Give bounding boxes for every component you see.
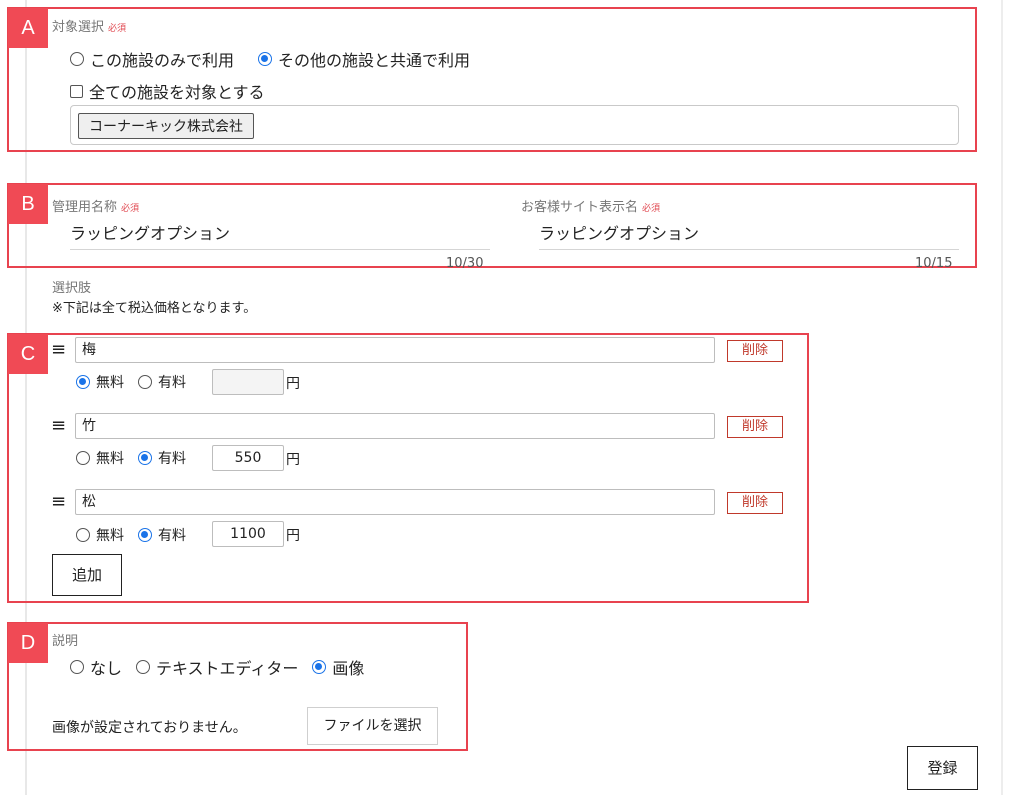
radio-free-label[interactable]: 無料 <box>96 448 124 468</box>
delete-button[interactable]: 削除 <box>727 340 783 362</box>
drag-handle-icon[interactable]: ≡ <box>51 341 66 359</box>
target-select-label: 対象選択 必須 <box>52 16 126 35</box>
no-image-text: 画像が設定されておりません。 <box>52 720 247 736</box>
section-b-tag: B <box>8 184 48 224</box>
section-d-tag: D <box>8 623 48 663</box>
choice-name-input[interactable]: 松 <box>75 489 715 515</box>
required-badge: 必須 <box>121 204 140 214</box>
radio-none-label[interactable]: なし <box>90 655 122 679</box>
radio-image-label[interactable]: 画像 <box>332 655 364 679</box>
mgmt-name-label: 管理用名称 必須 <box>52 196 139 215</box>
yen-label: 円 <box>286 528 300 544</box>
radio-none[interactable] <box>70 660 84 674</box>
radio-free-label[interactable]: 無料 <box>96 525 124 545</box>
site-name-label: お客様サイト表示名 必須 <box>521 196 660 215</box>
tax-note: ※下記は全て税込価格となります。 <box>52 301 257 316</box>
radio-free[interactable] <box>76 528 90 542</box>
add-choice-button[interactable]: 追加 <box>52 554 122 596</box>
site-name-counter: 10/15 <box>915 256 953 271</box>
target-radio-group: この施設のみで利用 その他の施設と共通で利用 <box>70 47 470 71</box>
all-facilities-check-row: 全ての施設を対象とする <box>70 79 265 103</box>
price-input[interactable] <box>212 369 284 395</box>
target-select-title: 対象選択 <box>52 20 105 35</box>
mgmt-name-counter: 10/30 <box>446 256 484 271</box>
all-facilities-checkbox[interactable] <box>70 84 83 98</box>
radio-free-label[interactable]: 無料 <box>96 372 124 392</box>
drag-handle-icon[interactable]: ≡ <box>51 493 66 511</box>
radio-paid-label[interactable]: 有料 <box>158 525 186 545</box>
price-input[interactable]: 1100 <box>212 521 284 547</box>
all-facilities-label[interactable]: 全ての施設を対象とする <box>89 79 265 103</box>
site-name-input[interactable]: ラッピングオプション <box>539 220 959 250</box>
price-input[interactable]: 550 <box>212 445 284 471</box>
yen-label: 円 <box>286 376 300 392</box>
required-badge: 必須 <box>642 204 661 214</box>
site-name-title: お客様サイト表示名 <box>521 200 639 215</box>
delete-button[interactable]: 削除 <box>727 416 783 438</box>
radio-paid-label[interactable]: 有料 <box>158 372 186 392</box>
radio-paid-label[interactable]: 有料 <box>158 448 186 468</box>
radio-only-this-label[interactable]: この施設のみで利用 <box>90 47 234 71</box>
radio-paid[interactable] <box>138 375 152 389</box>
choice-name-input[interactable]: 梅 <box>75 337 715 363</box>
description-label: 説明 <box>52 634 79 649</box>
register-button[interactable]: 登録 <box>907 746 978 790</box>
mgmt-name-input[interactable]: ラッピングオプション <box>70 220 490 250</box>
radio-shared[interactable] <box>258 52 273 66</box>
radio-only-this[interactable] <box>70 52 84 66</box>
delete-button[interactable]: 削除 <box>727 492 783 514</box>
mgmt-name-title: 管理用名称 <box>52 200 118 215</box>
file-select-button[interactable]: ファイルを選択 <box>307 707 438 745</box>
price-type-group: 無料 有料 <box>76 448 186 468</box>
facility-chip[interactable]: コーナーキック株式会社 <box>78 113 254 139</box>
radio-image[interactable] <box>312 660 327 674</box>
drag-handle-icon[interactable]: ≡ <box>51 417 66 435</box>
scrollbar-track[interactable] <box>1001 0 1003 795</box>
radio-free[interactable] <box>76 375 90 389</box>
choices-label: 選択肢 <box>52 281 92 296</box>
section-c-tag: C <box>8 334 48 374</box>
radio-shared-label[interactable]: その他の施設と共通で利用 <box>278 47 470 71</box>
choice-name-input[interactable]: 竹 <box>75 413 715 439</box>
radio-free[interactable] <box>76 451 90 465</box>
required-badge: 必須 <box>108 24 127 34</box>
radio-paid[interactable] <box>138 528 152 542</box>
yen-label: 円 <box>286 452 300 468</box>
section-a-tag: A <box>8 8 48 48</box>
radio-paid[interactable] <box>138 451 152 465</box>
radio-text-editor-label[interactable]: テキストエディター <box>156 655 298 679</box>
description-type-group: なし テキストエディター 画像 <box>70 655 364 679</box>
price-type-group: 無料 有料 <box>76 372 186 392</box>
price-type-group: 無料 有料 <box>76 525 186 545</box>
radio-text-editor[interactable] <box>136 660 151 674</box>
